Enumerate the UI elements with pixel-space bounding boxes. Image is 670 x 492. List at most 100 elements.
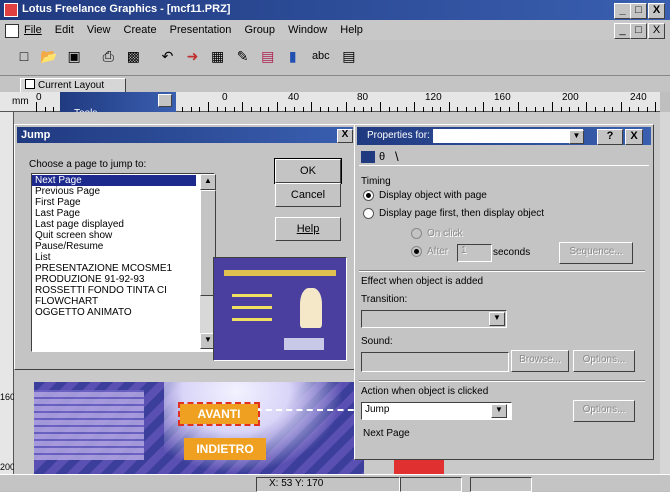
ruler-tick (483, 102, 485, 112)
save-icon[interactable]: ▣ (64, 46, 84, 66)
tools-palette-close-icon[interactable] (158, 94, 172, 107)
menu-window[interactable]: Window (288, 24, 327, 36)
properties-panel: Properties for: ▼ ? X θ \ Timing Display… (354, 124, 654, 460)
preview-bullet (232, 306, 272, 309)
page-list-item[interactable]: List (32, 252, 196, 263)
page-list-item[interactable]: OGGETTO ANIMATO (32, 307, 196, 318)
timing-on-click-option[interactable]: On click (411, 228, 463, 239)
timing-option-with-page[interactable]: Display object with page (363, 190, 487, 201)
radio-icon (363, 208, 374, 219)
properties-close-button[interactable]: X (625, 129, 643, 145)
menu-view[interactable]: View (87, 24, 111, 36)
menu-edit[interactable]: Edit (55, 24, 74, 36)
page-list-item[interactable]: Next Page (32, 175, 196, 186)
pointer-icon[interactable]: ➜ (183, 46, 203, 66)
tab-screen-show-icon[interactable]: θ (379, 151, 385, 163)
doc-close-button[interactable]: X (648, 23, 665, 39)
status-cell (400, 477, 462, 492)
menu-file[interactable]: File (24, 24, 42, 36)
after-seconds-input[interactable]: 1 (457, 244, 492, 262)
symbol-icon[interactable]: ▦ (208, 46, 228, 66)
ruler-tick (311, 102, 313, 112)
menu-help[interactable]: Help (340, 24, 363, 36)
jump-page-list[interactable]: Next Page Previous Page First Page Last Pag… (31, 173, 216, 352)
page-list-item[interactable]: PRESENTAZIONE MCOSME1 (32, 263, 196, 274)
timing-with-page-label: Display object with page (379, 190, 487, 202)
properties-dropdown-icon[interactable]: ▼ (569, 130, 584, 144)
list-scrollbar[interactable]: ▲ ▼ (200, 174, 216, 349)
action-label: Action when object is clicked (361, 386, 489, 397)
timing-after-option[interactable]: After (411, 246, 448, 257)
text-icon[interactable]: abc (308, 46, 334, 66)
tab-slash-icon[interactable]: \ (395, 149, 399, 164)
minimize-button[interactable]: _ (614, 3, 631, 19)
jump-dialog-close-button[interactable]: X (337, 129, 353, 143)
page-list-items: Next Page Previous Page First Page Last Pag… (32, 175, 196, 318)
properties-title-bar: Properties for: ▼ ? X (357, 127, 651, 145)
doc-maximize-button[interactable]: □ (630, 23, 647, 39)
open-icon[interactable]: 📂 (39, 46, 59, 66)
page-list-item[interactable]: Pause/Resume (32, 241, 196, 252)
ok-button[interactable]: OK (274, 158, 342, 184)
page-list-item[interactable]: Last Page (32, 208, 196, 219)
transition-dropdown-icon[interactable]: ▼ (489, 312, 505, 326)
properties-object-select[interactable] (433, 129, 583, 143)
status-bar: X: 53 Y: 170 (0, 474, 670, 492)
ruler-tick (276, 102, 278, 112)
page-list-item[interactable]: PRODUZIONE 91-92-93 (32, 274, 196, 285)
app-title: Lotus Freelance Graphics - [mcf11.PRZ] (22, 3, 231, 15)
timing-option-after-page[interactable]: Display page first, then display object (363, 208, 544, 219)
maximize-button[interactable]: □ (630, 3, 647, 19)
screen-show-icon[interactable]: ▩ (123, 46, 143, 66)
divider (359, 270, 645, 272)
chart-icon[interactable]: ▮ (283, 46, 303, 66)
menu-create[interactable]: Create (124, 24, 157, 36)
browse-button[interactable]: Browse... (511, 350, 569, 372)
cancel-button[interactable]: Cancel (275, 183, 341, 207)
jump-dialog-title: Jump (21, 129, 51, 141)
avanti-button[interactable]: AVANTI (178, 402, 260, 426)
properties-help-button[interactable]: ? (597, 129, 623, 145)
preview-bullet (232, 294, 272, 297)
page-list-item[interactable]: FLOWCHART (32, 296, 196, 307)
page-list-item[interactable]: First Page (32, 197, 196, 208)
sound-label: Sound: (361, 336, 393, 347)
drawing-icon[interactable]: ✎ (233, 46, 253, 66)
toolbar: □ 📂 ▣ ⎙ ▩ ↶ ➜ ▦ ✎ ▤ ▮ abc ▤ (0, 40, 670, 76)
page-list-item[interactable]: Previous Page (32, 186, 196, 197)
ruler-tick (552, 102, 553, 112)
timing-label: Timing (361, 176, 391, 187)
help-button[interactable]: Help (275, 217, 341, 241)
action-dropdown-icon[interactable]: ▼ (491, 404, 507, 418)
vruler-label: 160 (0, 392, 16, 402)
app-icon (4, 3, 18, 17)
undo-icon[interactable]: ↶ (157, 46, 177, 66)
doc-minimize-button[interactable]: _ (614, 23, 631, 39)
table-icon[interactable]: ▤ (339, 46, 359, 66)
sound-field[interactable] (361, 352, 509, 372)
menu-group[interactable]: Group (244, 24, 275, 36)
indietro-button[interactable]: INDIETRO (184, 438, 266, 460)
print-icon[interactable]: ⎙ (98, 46, 118, 66)
ruler-tick (36, 102, 37, 112)
action-select[interactable]: Jump (361, 402, 512, 420)
transition-select[interactable] (361, 310, 507, 328)
ruler-tick (448, 102, 450, 112)
scroll-up-icon[interactable]: ▲ (200, 174, 216, 190)
new-icon[interactable]: □ (14, 46, 34, 66)
timing-after-page-label: Display page first, then display object (379, 208, 545, 220)
close-button[interactable]: X (648, 3, 665, 19)
radio-icon (411, 246, 422, 257)
add-page-icon[interactable]: ▤ (258, 46, 278, 66)
action-options-button[interactable]: Options... (573, 400, 635, 422)
page-list-item[interactable]: Quit screen show (32, 230, 196, 241)
menu-presentation[interactable]: Presentation (170, 24, 232, 36)
vertical-scrollbar[interactable] (660, 112, 670, 474)
page-list-item[interactable]: Last page displayed (32, 219, 196, 230)
sound-options-button[interactable]: Options... (573, 350, 635, 372)
tab-color-icon[interactable] (361, 151, 375, 163)
menu-bar: File Edit View Create Presentation Group… (0, 20, 670, 40)
status-cell (470, 477, 532, 492)
sequence-button[interactable]: Sequence... (559, 242, 633, 264)
page-list-item[interactable]: ROSSETTI FONDO TINTA CI (32, 285, 196, 296)
